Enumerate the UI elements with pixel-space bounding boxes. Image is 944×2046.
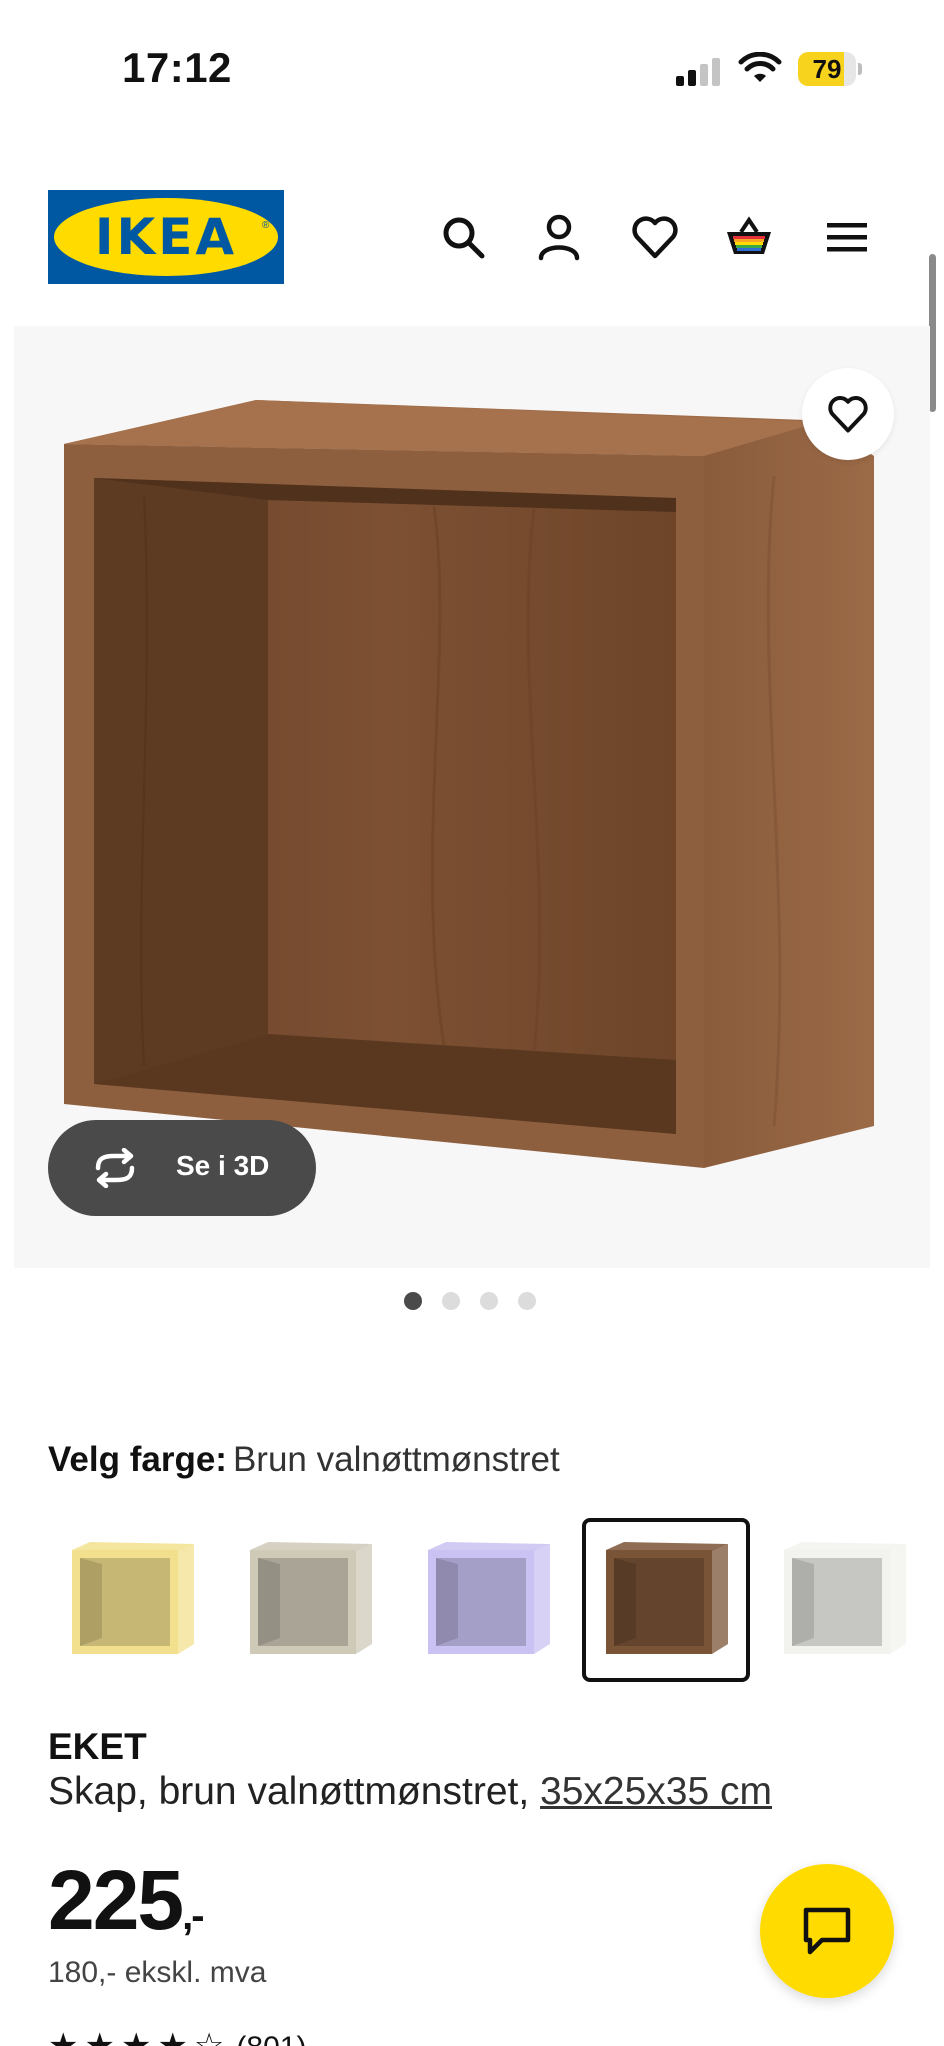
color-swatch[interactable]	[760, 1518, 928, 1682]
swatch-cabinet-image	[784, 1542, 906, 1654]
color-selection-label: Velg farge: Brun valnøttmønstret	[48, 1440, 560, 1480]
rating-stars: ★★★★☆	[48, 2027, 231, 2046]
price-suffix: ,-	[182, 1894, 204, 1938]
chat-icon	[803, 1907, 851, 1955]
view-in-3d-label: Se i 3D	[176, 1150, 270, 1181]
product-size-link[interactable]: 35x25x35 cm	[540, 1770, 772, 1813]
site-header: IKEA ®	[0, 190, 944, 286]
menu-icon[interactable]	[822, 212, 872, 262]
product-description: Skap, brun valnøttmønstret, 35x25x35 cm	[48, 1770, 772, 1814]
status-time: 17:12	[122, 44, 232, 91]
color-label-title: Velg farge:	[48, 1440, 227, 1479]
pagination-dot[interactable]	[442, 1292, 460, 1310]
pagination-dot[interactable]	[404, 1292, 422, 1310]
add-to-favorites-button[interactable]	[802, 368, 894, 460]
swatch-cabinet-image	[72, 1542, 194, 1654]
product-rating[interactable]: ★★★★☆ (801)	[48, 2026, 306, 2046]
heart-icon	[828, 396, 868, 433]
product-name: EKET	[48, 1726, 147, 1767]
logo-text: IKEA	[94, 208, 238, 266]
color-swatch[interactable]	[582, 1518, 750, 1682]
swatch-cabinet-image	[428, 1542, 550, 1654]
battery-icon: 79	[798, 52, 862, 86]
search-icon[interactable]	[438, 212, 488, 262]
swatch-cabinet-image	[250, 1542, 372, 1654]
ikea-logo[interactable]: IKEA ®	[48, 190, 284, 284]
account-icon[interactable]	[534, 212, 584, 262]
status-bar: 17:12 79	[0, 0, 944, 140]
battery-level: 79	[812, 54, 842, 84]
color-swatch[interactable]	[226, 1518, 394, 1682]
price-excl-vat: 180,- ekskl. mva	[48, 1956, 267, 1989]
color-swatches	[48, 1518, 944, 1682]
scrollbar[interactable]	[929, 254, 936, 412]
basket-icon[interactable]	[724, 212, 774, 262]
chat-button[interactable]	[760, 1864, 894, 1998]
product-price: 225,-	[48, 1852, 205, 1949]
view-in-3d-button[interactable]: Se i 3D	[48, 1120, 316, 1216]
product-gallery[interactable]: Se i 3D	[14, 326, 930, 1268]
product-description-text: Skap, brun valnøttmønstret,	[48, 1770, 530, 1813]
favorites-icon[interactable]	[630, 212, 680, 262]
swatch-cabinet-image	[606, 1542, 728, 1654]
pagination-dot[interactable]	[518, 1292, 536, 1310]
color-swatch[interactable]	[404, 1518, 572, 1682]
selected-color-name: Brun valnøttmønstret	[232, 1440, 560, 1479]
review-count: (801)	[236, 2031, 306, 2046]
rotate-3d-icon	[95, 1148, 135, 1188]
color-swatch[interactable]	[48, 1518, 216, 1682]
price-value: 225	[48, 1853, 184, 1947]
wifi-icon	[738, 52, 782, 82]
gallery-pagination	[404, 1292, 544, 1312]
cellular-signal-icon	[676, 58, 720, 86]
pagination-dot[interactable]	[480, 1292, 498, 1310]
